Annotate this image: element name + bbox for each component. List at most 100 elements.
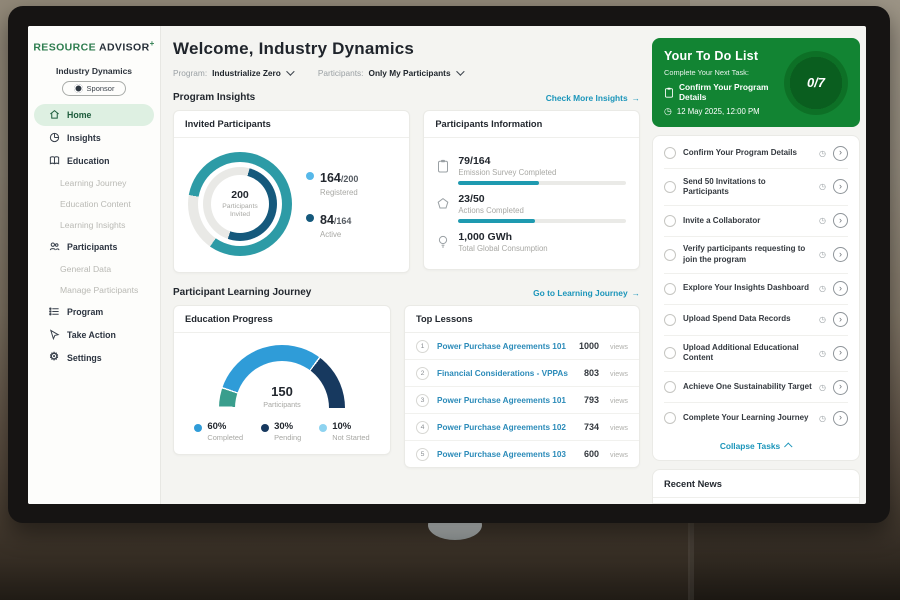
sidebar-item-participants[interactable]: Participants (34, 236, 154, 258)
emission-survey-row: 79/164 Emission Survey Completed (437, 155, 626, 185)
task-go-button[interactable]: › (833, 346, 848, 361)
views-count: 734 (584, 422, 599, 432)
lesson-link[interactable]: Power Purchase Agreements 101 (437, 396, 576, 405)
clock-icon: ◷ (819, 149, 826, 158)
task-row-send-invitations: Send 50 Invitations to Participants ◷ › (664, 169, 848, 206)
legend-label: Not Started (332, 433, 369, 442)
sidebar-item-label: Take Action (67, 330, 116, 340)
consumption-row: 1,000 GWh Total Global Consumption (437, 231, 626, 257)
task-go-button[interactable]: › (833, 247, 848, 262)
views-word: views (610, 450, 628, 459)
sidebar-item-education[interactable]: Education (34, 150, 154, 172)
card-title: Education Progress (174, 306, 390, 333)
todo-subtitle: Complete Your Next Task: (664, 68, 776, 77)
lesson-rank: 5 (416, 448, 429, 461)
goto-learning-journey-link[interactable]: Go to Learning Journey → (533, 288, 640, 298)
task-row-sustainability-target: Achieve One Sustainability Target ◷ › (664, 372, 848, 403)
lesson-row: 5 Power Purchase Agreements 103 600 view… (405, 441, 639, 467)
task-checkbox[interactable] (664, 147, 676, 159)
metric-value: 23/50 (458, 193, 626, 205)
sidebar-item-label: Manage Participants (60, 285, 138, 295)
sidebar-item-insights[interactable]: Insights (34, 127, 154, 149)
task-checkbox[interactable] (664, 181, 676, 193)
sidebar-item-learning-journey[interactable]: Learning Journey (34, 173, 154, 193)
legend-pending: 30% Pending (261, 421, 301, 442)
sidebar-item-home[interactable]: Home (34, 104, 154, 126)
task-checkbox[interactable] (664, 249, 676, 261)
top-lessons-card: Top Lessons 1 Power Purchase Agreements … (404, 305, 640, 468)
task-label: Verify participants requesting to join t… (683, 244, 812, 265)
task-label: Upload Additional Educational Content (683, 343, 812, 364)
collapse-tasks-link[interactable]: Collapse Tasks (664, 433, 848, 460)
sponsor-badge[interactable]: Sponsor (62, 81, 126, 96)
sidebar-item-label: Participants (67, 242, 117, 252)
lesson-rank: 2 (416, 367, 429, 380)
task-label: Invite a Collaborator (683, 216, 812, 226)
lesson-link[interactable]: Power Purchase Agreements 101 (437, 342, 571, 351)
gauge-center-label: 150 Participants (219, 384, 345, 409)
sidebar-item-take-action[interactable]: Take Action (34, 324, 154, 346)
lesson-row: 3 Power Purchase Agreements 101 793 view… (405, 387, 639, 414)
metric-label: Total Global Consumption (458, 244, 626, 253)
card-title: Participants Information (424, 111, 639, 138)
people-icon (48, 241, 60, 253)
task-checkbox[interactable] (664, 215, 676, 227)
gauge-center-caption: Participants (219, 400, 345, 409)
task-go-button[interactable]: › (833, 281, 848, 296)
program-insights-section-header: Program Insights Check More Insights → (173, 92, 640, 103)
lesson-link[interactable]: Power Purchase Agreements 103 (437, 450, 576, 459)
book-icon (48, 155, 60, 167)
legend-registered: 164/200 Registered (306, 169, 358, 197)
metric-value: 79/164 (458, 155, 626, 167)
arrow-right-icon: → (632, 288, 640, 298)
legend-label: Pending (274, 433, 301, 442)
todo-next-task: Confirm Your Program Details (679, 82, 776, 102)
donut-center-value: 200 (231, 189, 249, 201)
clock-icon: ◷ (819, 284, 826, 293)
section-title: Participant Learning Journey (173, 287, 311, 298)
todo-summary-card: Your To Do List Complete Your Next Task:… (652, 38, 860, 127)
task-checkbox[interactable] (664, 412, 676, 424)
task-checkbox[interactable] (664, 381, 676, 393)
program-filter[interactable]: Program: Industrialize Zero (173, 68, 292, 78)
sidebar-item-general-data[interactable]: General Data (34, 259, 154, 279)
check-more-insights-link[interactable]: Check More Insights → (546, 93, 640, 103)
card-title: Invited Participants (174, 111, 409, 138)
task-go-button[interactable]: › (833, 411, 848, 426)
task-checkbox[interactable] (664, 347, 676, 359)
todo-title: Your To Do List (664, 49, 776, 63)
task-go-button[interactable]: › (833, 179, 848, 194)
sidebar-item-program[interactable]: Program (34, 301, 154, 323)
task-checkbox[interactable] (664, 314, 676, 326)
participants-filter-label: Participants: (318, 68, 364, 78)
background-wall-seam (688, 520, 694, 600)
sidebar-item-manage-participants[interactable]: Manage Participants (34, 280, 154, 300)
todo-column: Your To Do List Complete Your Next Task:… (652, 26, 866, 504)
todo-progress-value: 0/7 (807, 75, 825, 90)
lesson-row: 2 Financial Considerations - VPPAs 803 v… (405, 360, 639, 387)
legend-value: 84 (320, 213, 334, 227)
task-go-button[interactable]: › (833, 312, 848, 327)
sidebar-item-education-content[interactable]: Education Content (34, 194, 154, 214)
views-word: views (610, 342, 628, 351)
lesson-link[interactable]: Financial Considerations - VPPAs (437, 369, 576, 378)
task-row-verify-participants: Verify participants requesting to join t… (664, 237, 848, 274)
task-go-button[interactable]: › (833, 380, 848, 395)
actions-completed-row: 23/50 Actions Completed (437, 193, 626, 223)
actions-progress-bar (458, 219, 535, 223)
pending-dot-icon (261, 424, 269, 432)
participants-filter[interactable]: Participants: Only My Participants (318, 68, 462, 78)
not-started-dot-icon (319, 424, 327, 432)
task-go-button[interactable]: › (833, 146, 848, 161)
task-go-button[interactable]: › (833, 213, 848, 228)
sidebar-item-settings[interactable]: ⚙ Settings (34, 347, 154, 369)
sidebar-item-label: Education (67, 156, 110, 166)
task-checkbox[interactable] (664, 283, 676, 295)
lesson-link[interactable]: Power Purchase Agreements 102 (437, 423, 576, 432)
views-word: views (610, 423, 628, 432)
invited-participants-donut-chart: 200 Participants Invited (188, 152, 292, 256)
logo-secondary: ADVISOR (99, 42, 150, 54)
active-dot-icon (306, 214, 314, 222)
sidebar-item-learning-insights[interactable]: Learning Insights (34, 215, 154, 235)
todo-progress-ring: 0/7 (784, 51, 848, 115)
